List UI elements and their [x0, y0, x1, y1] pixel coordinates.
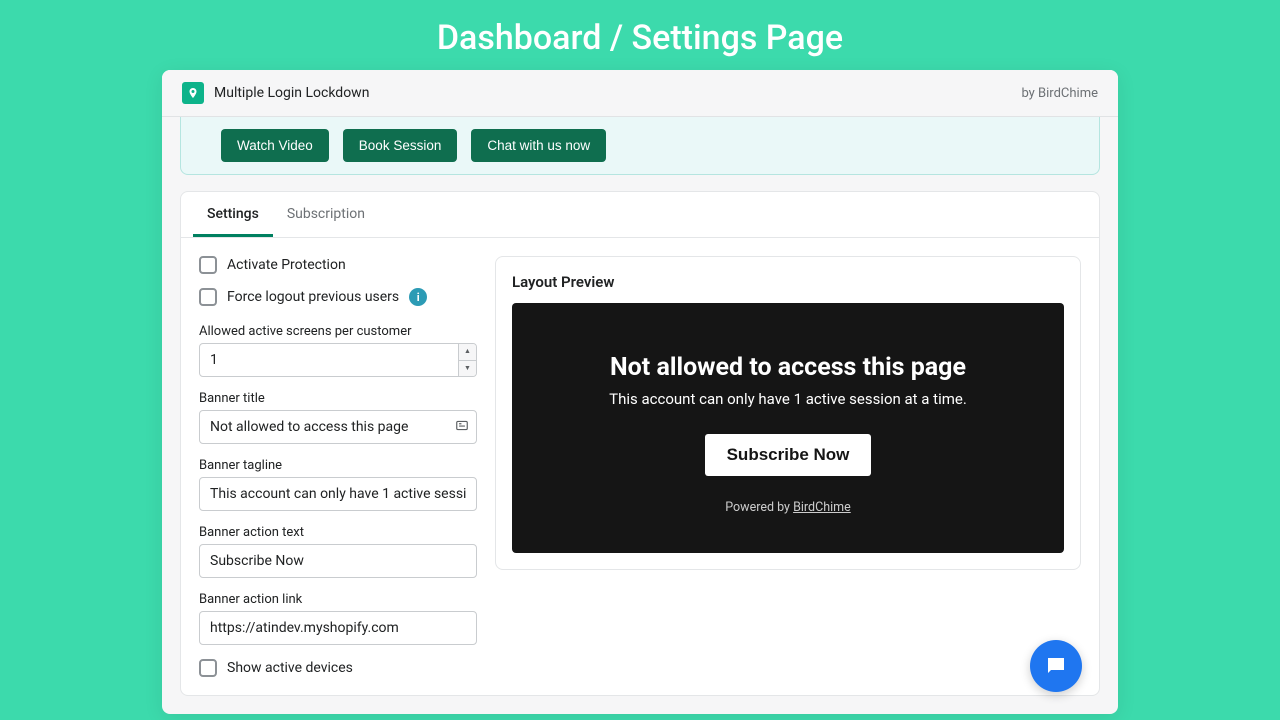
tabs: Settings Subscription: [181, 192, 1099, 238]
app-publisher: by BirdChime: [1021, 86, 1098, 101]
panel-body: Activate Protection Force logout previou…: [181, 238, 1099, 695]
powered-prefix: Powered by: [725, 500, 793, 515]
allowed-screens-group: Allowed active screens per customer ▲ ▼: [199, 324, 477, 377]
action-bar: Watch Video Book Session Chat with us no…: [180, 117, 1100, 175]
banner-title-label: Banner title: [199, 391, 477, 406]
preview-banner-tagline: This account can only have 1 active sess…: [536, 390, 1040, 408]
preview-powered-by: Powered by BirdChime: [536, 500, 1040, 515]
chat-icon: [1044, 654, 1068, 678]
tab-subscription[interactable]: Subscription: [273, 192, 379, 237]
banner-action-text-label: Banner action text: [199, 525, 477, 540]
force-logout-checkbox[interactable]: [199, 288, 217, 306]
tab-settings[interactable]: Settings: [193, 192, 273, 237]
banner-title-group: Banner title: [199, 391, 477, 444]
banner-action-link-label: Banner action link: [199, 592, 477, 607]
text-style-icon[interactable]: [455, 418, 469, 437]
preview-column: Layout Preview Not allowed to access thi…: [495, 256, 1081, 677]
show-devices-checkbox[interactable]: [199, 659, 217, 677]
show-devices-label: Show active devices: [227, 660, 353, 676]
app-body: Watch Video Book Session Chat with us no…: [162, 117, 1118, 714]
form-column: Activate Protection Force logout previou…: [199, 256, 477, 677]
force-logout-row: Force logout previous users i: [199, 288, 477, 306]
activate-protection-checkbox[interactable]: [199, 256, 217, 274]
banner-tagline-input[interactable]: [199, 477, 477, 511]
app-header: Multiple Login Lockdown by BirdChime: [162, 70, 1118, 117]
allowed-screens-input[interactable]: [199, 343, 477, 377]
banner-action-link-group: Banner action link: [199, 592, 477, 645]
activate-protection-label: Activate Protection: [227, 257, 346, 273]
chat-fab-button[interactable]: [1030, 640, 1082, 692]
stepper-up-icon[interactable]: ▲: [458, 344, 476, 361]
app-logo-icon: [182, 82, 204, 104]
show-devices-row: Show active devices: [199, 659, 477, 677]
info-icon[interactable]: i: [409, 288, 427, 306]
banner-tagline-label: Banner tagline: [199, 458, 477, 473]
chat-now-button[interactable]: Chat with us now: [471, 129, 606, 162]
force-logout-label: Force logout previous users: [227, 289, 399, 305]
preview-subscribe-button[interactable]: Subscribe Now: [705, 434, 872, 476]
preview-banner: Not allowed to access this page This acc…: [512, 303, 1064, 553]
preview-heading: Layout Preview: [512, 273, 1064, 291]
settings-panel: Settings Subscription Activate Protectio…: [180, 191, 1100, 696]
preview-banner-title: Not allowed to access this page: [536, 353, 1040, 382]
banner-title-input[interactable]: [199, 410, 477, 444]
app-name: Multiple Login Lockdown: [214, 85, 369, 101]
page-title: Dashboard / Settings Page: [0, 0, 1280, 70]
allowed-screens-label: Allowed active screens per customer: [199, 324, 477, 339]
activate-protection-row: Activate Protection: [199, 256, 477, 274]
banner-action-link-input[interactable]: [199, 611, 477, 645]
preview-card: Layout Preview Not allowed to access thi…: [495, 256, 1081, 570]
watch-video-button[interactable]: Watch Video: [221, 129, 329, 162]
banner-action-text-input[interactable]: [199, 544, 477, 578]
book-session-button[interactable]: Book Session: [343, 129, 458, 162]
stepper-down-icon[interactable]: ▼: [458, 361, 476, 377]
powered-link[interactable]: BirdChime: [793, 500, 851, 515]
banner-tagline-group: Banner tagline: [199, 458, 477, 511]
banner-action-text-group: Banner action text: [199, 525, 477, 578]
app-window: Multiple Login Lockdown by BirdChime Wat…: [162, 70, 1118, 714]
